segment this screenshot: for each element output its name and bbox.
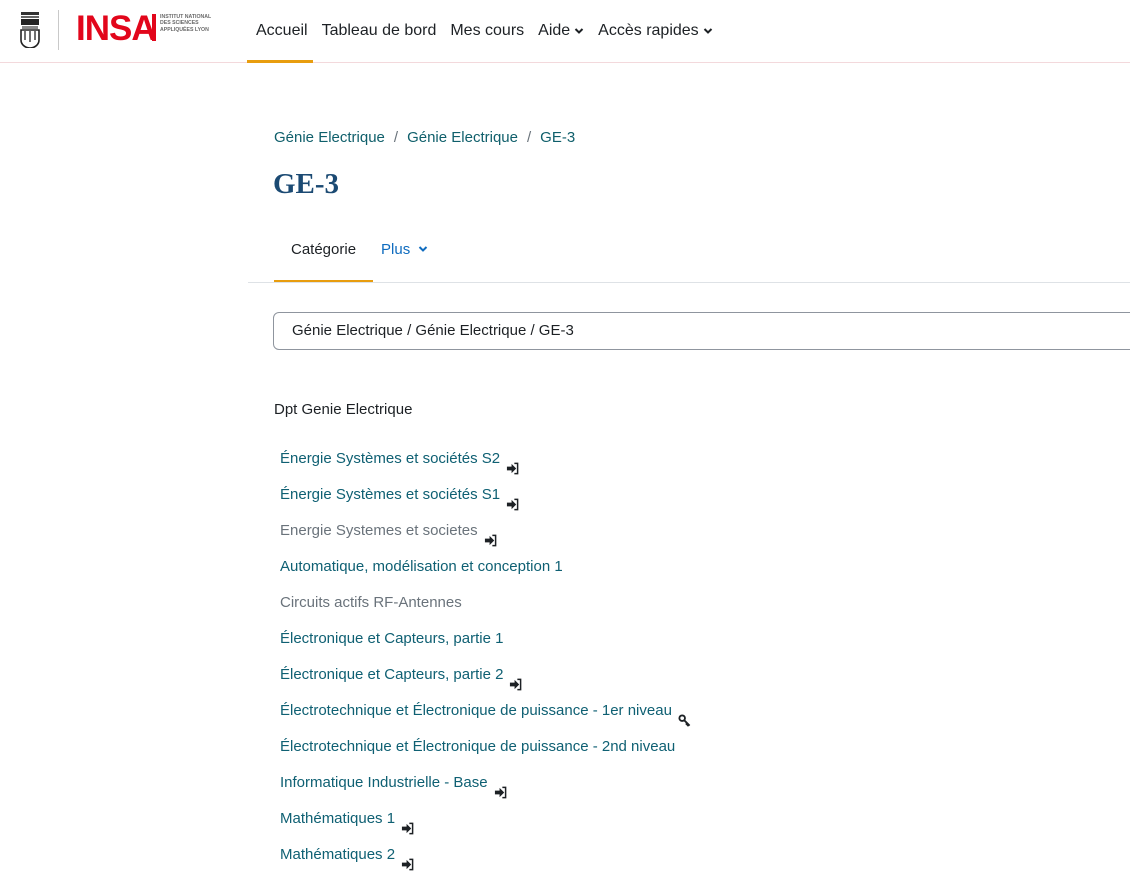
course-link[interactable]: Automatique, modélisation et conception … (280, 549, 563, 585)
course-item: Mathématiques 1 (280, 801, 691, 837)
breadcrumb-item[interactable]: Génie Electrique (274, 129, 385, 146)
insa-logo[interactable]: INSA (76, 11, 157, 47)
nav-label: Mes cours (450, 22, 525, 39)
nav-accueil[interactable]: Accueil (247, 0, 313, 63)
nav-aide[interactable]: Aide (529, 0, 589, 62)
sign-in-icon (401, 813, 414, 834)
category-select[interactable]: Génie Electrique / Génie Electrique / GE… (273, 312, 1130, 350)
nav-label: Tableau de bord (321, 22, 437, 39)
university-crest-icon[interactable] (19, 12, 41, 48)
course-item: Informatique Industrielle - Base (280, 765, 691, 801)
secondary-navigation: Catégorie Plus (274, 230, 445, 283)
course-item: Électrotechnique et Électronique de puis… (280, 693, 691, 729)
nav-mes-cours[interactable]: Mes cours (441, 0, 529, 62)
sign-in-icon (509, 669, 522, 690)
course-item: Électronique et Capteurs, partie 2 (280, 657, 691, 693)
chevron-down-icon (574, 28, 584, 34)
insa-logo-subtext: INSTITUT NATIONAL DES SCIENCES APPLIQUÉE… (160, 14, 212, 33)
page-title: GE-3 (273, 168, 340, 200)
sign-in-icon (401, 849, 414, 870)
course-list: Énergie Systèmes et sociétés S2 Énergie S… (280, 441, 691, 873)
key-icon (678, 705, 691, 727)
course-link[interactable]: Mathématiques 1 (280, 801, 395, 837)
tab-categorie[interactable]: Catégorie (274, 230, 374, 283)
course-link[interactable]: Électronique et Capteurs, partie 1 (280, 621, 503, 657)
course-item: Énergie Systèmes et sociétés S2 (280, 441, 691, 477)
course-item: Energie Systemes et societes (280, 513, 691, 549)
course-link[interactable]: Électronique et Capteurs, partie 2 (280, 657, 503, 693)
nav-label: Aide (538, 22, 571, 39)
tab-label: Plus (381, 241, 411, 258)
sign-in-icon (484, 525, 497, 546)
course-link[interactable]: Électrotechnique et Électronique de puis… (280, 693, 672, 729)
sign-in-icon (506, 453, 519, 474)
course-link[interactable]: Énergie Systèmes et sociétés S2 (280, 441, 500, 477)
sign-in-icon (506, 489, 519, 510)
category-section-title: Dpt Genie Electrique (274, 401, 413, 418)
course-item: Automatique, modélisation et conception … (280, 549, 691, 585)
logo-divider (58, 10, 59, 50)
tab-label: Catégorie (291, 241, 357, 258)
course-link[interactable]: Mathématiques 2 (280, 837, 395, 873)
course-link[interactable]: Électrotechnique et Électronique de puis… (280, 729, 675, 765)
course-link[interactable]: Informatique Industrielle - Base (280, 765, 488, 801)
breadcrumb: Génie Electrique / Génie Electrique / GE… (274, 129, 575, 146)
nav-label: Accueil (256, 22, 308, 39)
chevron-down-icon (703, 28, 712, 34)
course-link[interactable]: Circuits actifs RF-Antennes (280, 585, 462, 621)
course-item: Énergie Systèmes et sociétés S1 (280, 477, 691, 513)
primary-navigation: Accueil Tableau de bord Mes cours Aide A… (247, 0, 718, 63)
course-link[interactable]: Energie Systemes et societes (280, 513, 478, 549)
breadcrumb-item[interactable]: Génie Electrique (407, 129, 518, 146)
breadcrumb-separator: / (393, 129, 399, 146)
nav-tableau-de-bord[interactable]: Tableau de bord (313, 0, 442, 62)
sign-in-icon (494, 777, 507, 798)
chevron-down-icon (419, 246, 428, 252)
course-item: Mathématiques 2 (280, 837, 691, 873)
course-item: Électronique et Capteurs, partie 1 (280, 621, 691, 657)
course-item: Circuits actifs RF-Antennes (280, 585, 691, 621)
tabs-divider (248, 282, 1130, 283)
nav-label: Accès rapides (598, 22, 699, 39)
nav-acces-rapides[interactable]: Accès rapides (589, 0, 718, 62)
insa-logo-bar (152, 14, 156, 41)
breadcrumb-item[interactable]: GE-3 (540, 129, 575, 146)
course-link[interactable]: Énergie Systèmes et sociétés S1 (280, 477, 500, 513)
tab-plus[interactable]: Plus (373, 230, 445, 283)
top-navbar: INSA INSTITUT NATIONAL DES SCIENCES APPL… (0, 0, 1130, 63)
breadcrumb-separator: / (526, 129, 532, 146)
course-item: Électrotechnique et Électronique de puis… (280, 729, 691, 765)
